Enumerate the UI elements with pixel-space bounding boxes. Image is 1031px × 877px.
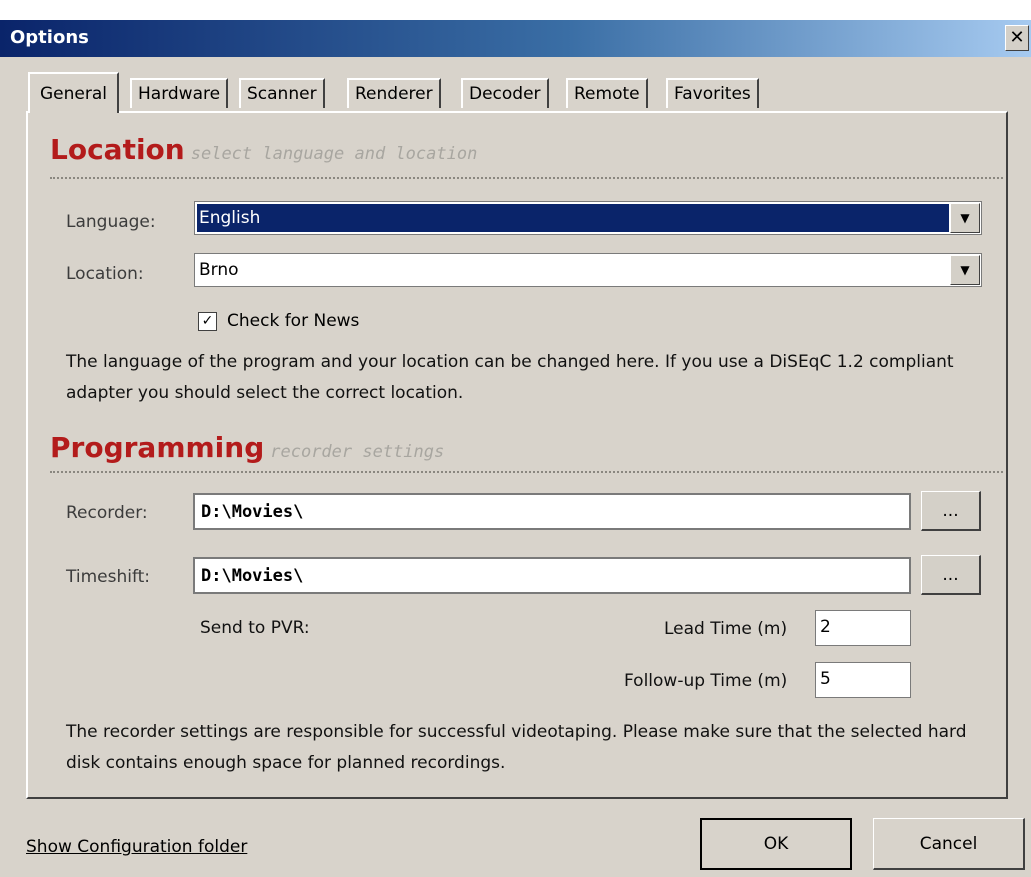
tab-label: General <box>40 83 107 104</box>
tab-decoder[interactable]: Decoder <box>461 78 549 108</box>
follow-up-time-input[interactable]: 5 <box>815 662 911 698</box>
options-dialog: Options ✕ General Hardware Scanner Rende… <box>0 20 1031 877</box>
language-select[interactable]: English ▼ <box>194 201 982 235</box>
send-to-pvr-label: Send to PVR: <box>200 618 310 638</box>
language-label: Language: <box>66 212 156 232</box>
tab-scanner[interactable]: Scanner <box>239 78 325 108</box>
close-button[interactable]: ✕ <box>1005 25 1029 51</box>
tab-label: Renderer <box>355 84 433 104</box>
follow-up-time-label: Follow-up Time (m) <box>624 671 788 691</box>
ok-button[interactable]: OK <box>700 818 852 870</box>
tab-general[interactable]: General <box>28 72 119 113</box>
timeshift-path-input[interactable]: D:\Movies\ <box>193 557 911 594</box>
tab-label: Favorites <box>674 84 751 104</box>
cancel-button[interactable]: Cancel <box>873 818 1025 870</box>
programming-header: Programming recorder settings <box>50 431 444 464</box>
tab-remote[interactable]: Remote <box>566 78 648 108</box>
divider <box>50 471 1003 473</box>
tab-label: Decoder <box>469 84 541 104</box>
section-title-location: Location <box>50 133 185 166</box>
general-panel: Location select language and location La… <box>26 111 1008 799</box>
location-description: The language of the program and your loc… <box>66 352 954 403</box>
show-config-folder-link[interactable]: Show Configuration folder <box>26 837 247 857</box>
tab-label: Scanner <box>247 84 317 104</box>
recorder-path-input[interactable]: D:\Movies\ <box>193 493 911 530</box>
lead-time-label: Lead Time (m) <box>664 619 788 639</box>
tab-hardware[interactable]: Hardware <box>130 78 229 108</box>
location-label: Location: <box>66 264 144 284</box>
section-title-programming: Programming <box>50 431 265 464</box>
timeshift-label: Timeshift: <box>66 567 151 587</box>
lead-time-input[interactable]: 2 <box>815 610 911 646</box>
window-title: Options <box>10 27 89 48</box>
tab-renderer[interactable]: Renderer <box>347 78 441 108</box>
section-subtitle-location: select language and location <box>190 144 478 164</box>
title-bar[interactable]: Options ✕ <box>0 20 1031 57</box>
location-header: Location select language and location <box>50 133 477 166</box>
recorder-browse-button[interactable]: ... <box>921 491 981 531</box>
tab-favorites[interactable]: Favorites <box>666 78 759 108</box>
recorder-label: Recorder: <box>66 503 148 523</box>
programming-description: The recorder settings are responsible fo… <box>66 722 967 773</box>
close-icon: ✕ <box>1009 27 1025 48</box>
tab-label: Remote <box>574 84 640 104</box>
chevron-down-icon[interactable]: ▼ <box>950 255 980 285</box>
checkmark-icon: ✓ <box>201 313 214 329</box>
section-subtitle-programming: recorder settings <box>270 442 445 462</box>
chevron-down-icon[interactable]: ▼ <box>950 203 980 233</box>
tab-label: Hardware <box>138 84 221 104</box>
timeshift-browse-button[interactable]: ... <box>921 555 981 595</box>
language-value: English <box>197 204 949 232</box>
check-news-label: Check for News <box>227 311 360 331</box>
check-news-checkbox[interactable]: ✓ <box>198 311 217 331</box>
location-select[interactable]: Brno ▼ <box>194 253 982 287</box>
location-value: Brno <box>199 260 239 280</box>
divider <box>50 177 1003 179</box>
check-news-row[interactable]: ✓ Check for News <box>198 311 359 331</box>
